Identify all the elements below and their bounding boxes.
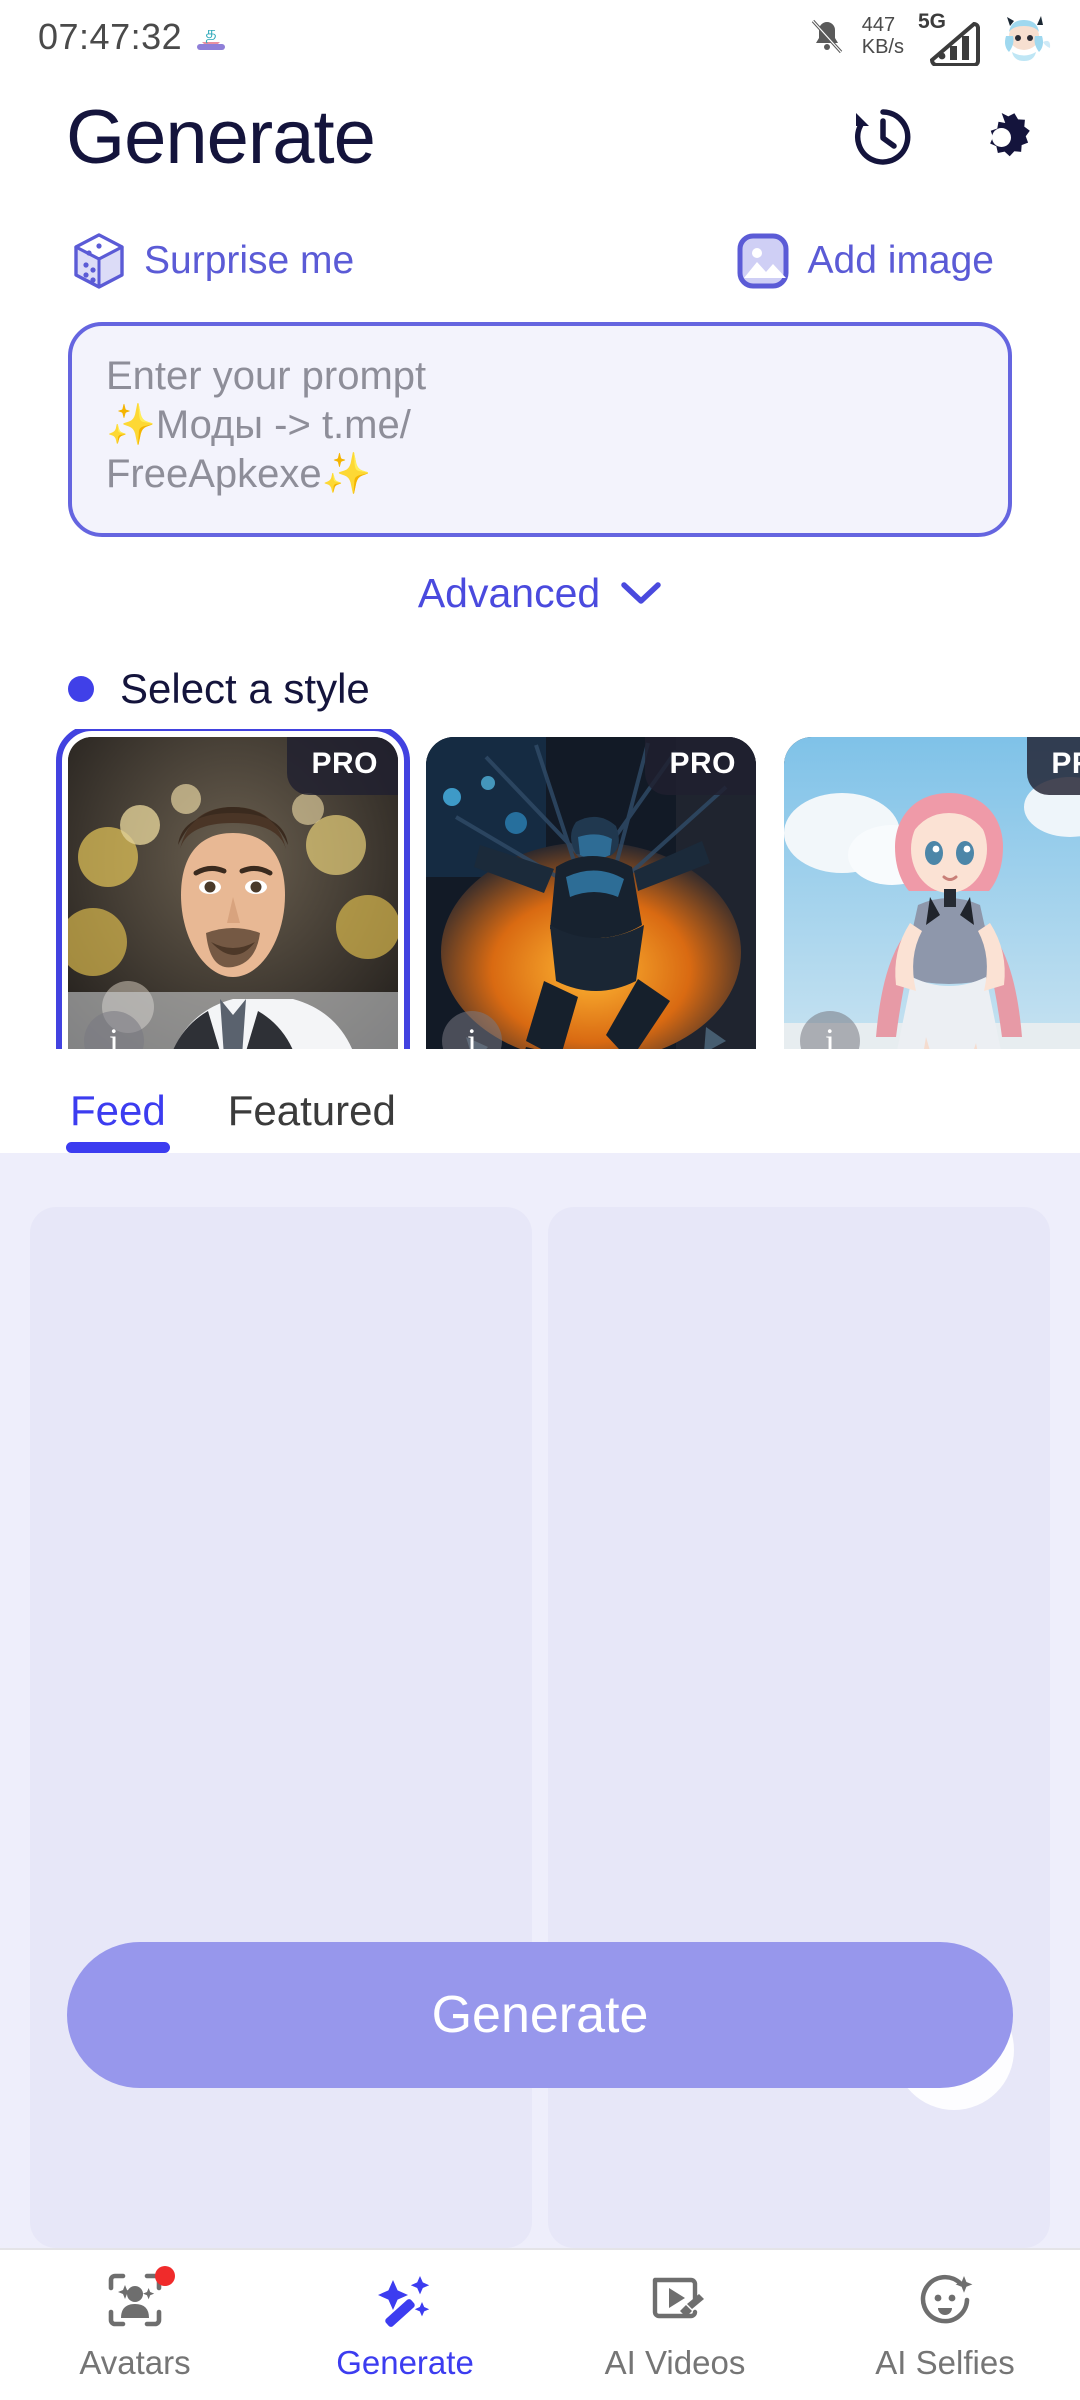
style-cards-scroller[interactable]: PRO i Realistic: [0, 729, 1080, 1049]
style-card-sdxl[interactable]: PRO i SDXL 1.0: [426, 737, 756, 1049]
nav-item-generate[interactable]: Generate: [270, 2268, 540, 2382]
tab-feed[interactable]: Feed: [66, 1087, 170, 1153]
signal-bars-icon: 5G: [918, 10, 980, 66]
avatar-frame-icon-wrap: [103, 2266, 175, 2332]
style-section-header: Select a style: [0, 649, 1080, 729]
app-screen: 07:47:32 த 447 KB/s 5G Generate Surprise…: [0, 0, 1080, 2400]
status-bar-left: 07:47:32 த: [38, 16, 228, 58]
status-clock: 07:47:32: [38, 16, 183, 57]
pro-badge: PRO: [287, 737, 398, 795]
sparkle-icon-right: ✨: [321, 451, 372, 496]
nav-label-avatars: Avatars: [79, 2344, 191, 2381]
style-thumbnail: PR i: [784, 737, 1080, 1049]
app-header: Generate: [0, 74, 1080, 200]
history-clock-icon[interactable]: [850, 104, 916, 170]
feed-card-placeholder[interactable]: [30, 1207, 532, 2248]
nav-item-ai-videos[interactable]: AI Videos: [540, 2268, 810, 2382]
video-brush-icon-wrap: [643, 2268, 707, 2332]
add-image-label: Add image: [807, 239, 994, 282]
prompt-placeholder-line2: Моды -> t.me/: [155, 402, 411, 447]
surprise-me-button[interactable]: Surprise me: [70, 232, 354, 290]
feed-grid: Generate: [0, 1153, 1080, 2248]
notification-badge-dot: [155, 2266, 175, 2286]
anime-cat-avatar-icon: [996, 12, 1052, 62]
bullet-dot-icon: [68, 676, 94, 702]
nav-label-ai-selfies: AI Selfies: [875, 2344, 1015, 2381]
quick-actions-row: Surprise me Add image: [0, 200, 1080, 322]
generate-button[interactable]: Generate: [67, 1942, 1013, 2088]
bottom-navigation: Avatars Generate AI Videos AI Selfies: [0, 2248, 1080, 2400]
anime-sticker-icon: த: [194, 20, 228, 54]
header-actions: [850, 104, 1034, 170]
network-speed-unit: KB/s: [861, 36, 904, 58]
style-card-realistic[interactable]: PRO i Realistic: [56, 729, 410, 1049]
surprise-me-label: Surprise me: [144, 239, 355, 282]
chevron-down-icon: [620, 580, 662, 606]
prompt-input[interactable]: Enter your prompt ✨Моды -> t.me/ FreeApk…: [68, 322, 1012, 537]
style-thumbnail: PRO i: [426, 737, 756, 1049]
tab-featured[interactable]: Featured: [228, 1087, 396, 1153]
feed-tabs: Feed Featured: [0, 1049, 1080, 1153]
smiley-sparkle-icon: [920, 2274, 973, 2324]
prompt-placeholder: Enter your prompt ✨Моды -> t.me/ FreeApk…: [106, 352, 974, 498]
nav-item-avatars[interactable]: Avatars: [0, 2266, 270, 2382]
sparkle-icon-left: ✨: [106, 402, 156, 447]
magic-wand-icon-wrap: [373, 2268, 437, 2332]
gear-icon[interactable]: [968, 104, 1034, 170]
network-speed-value: 447: [861, 14, 896, 37]
svg-text:த: த: [206, 23, 217, 43]
advanced-toggle[interactable]: Advanced: [0, 537, 1080, 649]
status-bar-right: 447 KB/s 5G: [810, 10, 1052, 66]
advanced-label: Advanced: [417, 569, 601, 616]
status-bar: 07:47:32 த 447 KB/s 5G: [0, 0, 1080, 74]
prompt-area: Enter your prompt ✨Моды -> t.me/ FreeApk…: [0, 322, 1080, 537]
network-speed: 447 KB/s: [862, 15, 904, 58]
prompt-placeholder-line3: FreeApkexe: [106, 451, 322, 496]
generate-cta-area: Generate: [0, 1942, 1080, 2110]
prompt-placeholder-line1: Enter your prompt: [106, 354, 427, 398]
nav-label-generate: Generate: [336, 2344, 474, 2381]
style-card-anime[interactable]: PR i Anime: [784, 737, 1080, 1049]
nav-label-ai-videos: AI Videos: [604, 2344, 746, 2381]
magic-wand-icon: [378, 2276, 430, 2327]
add-image-button[interactable]: Add image: [734, 232, 994, 290]
pro-badge: PR: [1027, 737, 1080, 795]
dice-icon: [70, 232, 128, 290]
page-title: Generate: [66, 94, 376, 180]
smiley-sparkle-icon-wrap: [913, 2268, 977, 2332]
style-thumbnail: PRO i: [56, 729, 410, 1049]
image-icon: [734, 232, 792, 290]
style-section-title: Select a style: [120, 665, 370, 712]
video-brush-icon: [652, 2277, 704, 2319]
nav-item-ai-selfies[interactable]: AI Selfies: [810, 2268, 1080, 2382]
pro-badge: PRO: [645, 737, 756, 795]
bell-muted-icon: [810, 18, 844, 56]
